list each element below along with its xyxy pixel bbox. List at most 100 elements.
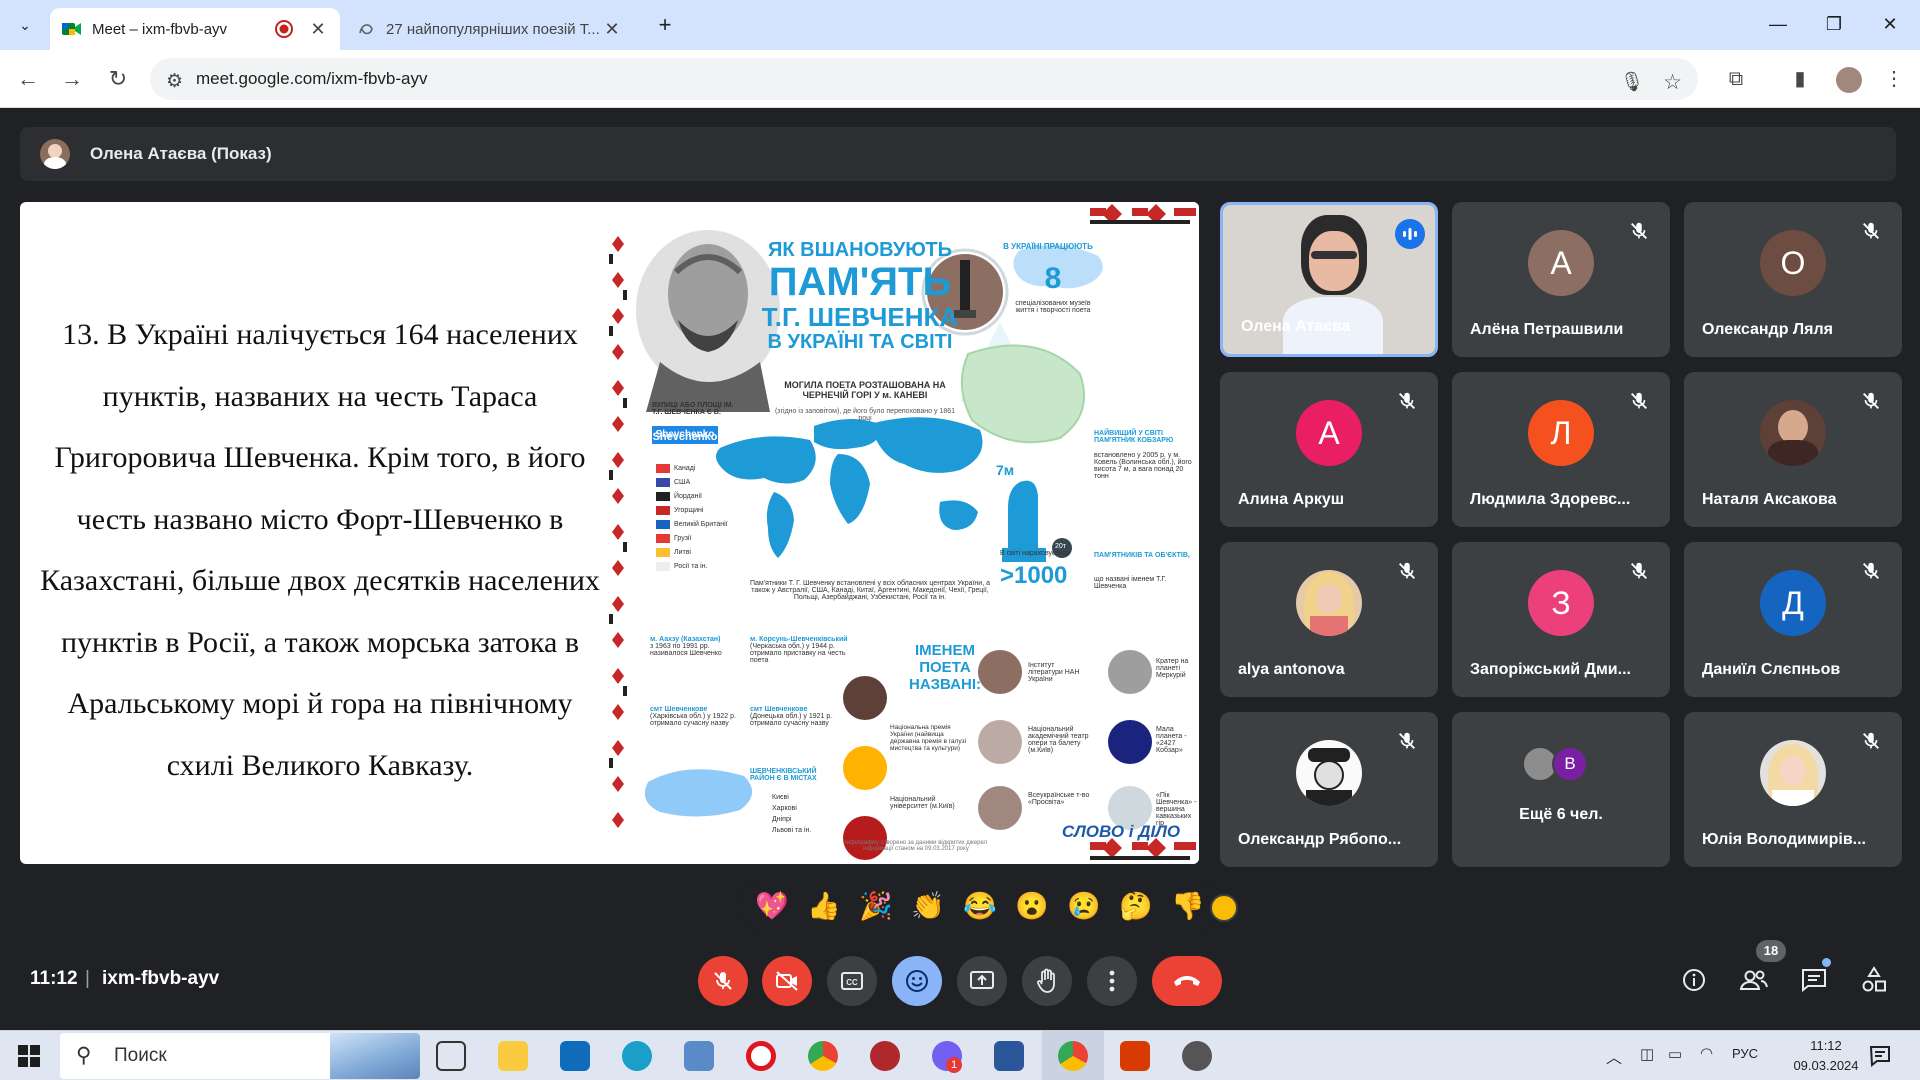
participant-tile[interactable]: Олена Атаєва	[1220, 202, 1438, 357]
named-object: Кратер на планеті Меркурій	[1156, 658, 1189, 679]
windows-start-icon[interactable]	[18, 1045, 40, 1067]
participant-tile[interactable]: Д Даниїл Слєпньов	[1684, 542, 1902, 697]
chat-icon	[1802, 969, 1826, 993]
browser-menu-icon[interactable]: ⋮	[1876, 61, 1912, 97]
more-options-button[interactable]	[1087, 956, 1137, 1006]
skin-tone-selector[interactable]	[1210, 894, 1238, 922]
address-bar[interactable]: ⚙ meet.google.com/ixm-fbvb-ayv 🎙 ☆	[150, 58, 1698, 100]
participant-tile[interactable]: Наталя Аксакова	[1684, 372, 1902, 527]
present-screen-icon	[970, 971, 994, 989]
muted-microphone-icon	[1399, 732, 1415, 749]
notifications-icon[interactable]	[1868, 1044, 1892, 1068]
desktop-app-icon[interactable]	[684, 1041, 714, 1071]
extensions-puzzle-icon[interactable]: ⧉	[1718, 61, 1754, 97]
captions-button[interactable]: CC	[827, 956, 877, 1006]
forward-arrow-icon[interactable]: →	[54, 61, 90, 97]
close-window-icon[interactable]: ✕	[1870, 8, 1910, 40]
reaction-laugh[interactable]: 😂	[958, 890, 1002, 922]
camera-toggle-button[interactable]	[762, 956, 812, 1006]
reaction-heart[interactable]: 💖	[750, 890, 794, 922]
country-item: Канаді	[674, 465, 696, 472]
reaction-surprised[interactable]: 😮	[1010, 890, 1054, 922]
chat-button[interactable]	[1796, 962, 1832, 998]
participant-tile[interactable]: Л Людмила Здоревс...	[1452, 372, 1670, 527]
participant-tile[interactable]: З Запоріжський Дми...	[1452, 542, 1670, 697]
close-tab-icon[interactable]: ✕	[308, 19, 328, 40]
reaction-thumbs-up[interactable]: 👍	[802, 890, 846, 922]
app-red-icon[interactable]	[870, 1041, 900, 1071]
restore-window-icon[interactable]: ❐	[1814, 8, 1854, 40]
minimize-window-icon[interactable]: —	[1758, 8, 1798, 40]
place-text: (Черкаська обл.) у 1944 р. отримало прис…	[750, 643, 846, 664]
site-settings-icon[interactable]: ⚙	[166, 70, 183, 93]
activities-shapes-icon	[1862, 966, 1886, 992]
microphone-toggle-button[interactable]	[698, 956, 748, 1006]
present-screen-button[interactable]	[957, 956, 1007, 1006]
place-shevchenkove-kharkiv: смт Шевченкове (Харківська обл.) у 1922 …	[650, 706, 742, 727]
place-text: з 1963 по 1991 рр. називалося Шевченко	[650, 643, 722, 657]
new-tab-plus-icon[interactable]: +	[650, 10, 680, 40]
back-arrow-icon[interactable]: ←	[10, 61, 46, 97]
opera-browser-icon[interactable]	[746, 1041, 776, 1071]
place-text: (Донецька обл.) у 1921 р. отримало сучас…	[750, 713, 833, 727]
url-text: meet.google.com/ixm-fbvb-ayv	[196, 69, 428, 88]
tab-meet[interactable]: Meet – ixm-fbvb-ayv ✕	[50, 8, 340, 50]
participant-avatar: Д	[1760, 570, 1826, 636]
media-player-icon[interactable]	[1182, 1041, 1212, 1071]
microsoft-store-icon[interactable]	[560, 1041, 590, 1071]
leave-call-button[interactable]	[1152, 956, 1222, 1006]
meeting-details-button[interactable]	[1676, 962, 1712, 998]
place-name: смт Шевченкове	[750, 706, 808, 713]
chrome-browser-icon[interactable]	[808, 1041, 838, 1071]
tray-chevron-up-icon[interactable]: ︿	[1606, 1044, 1622, 1068]
more-participants-label: Ещё 6 чел.	[1519, 806, 1603, 823]
chrome-browser-active-icon[interactable]	[1058, 1041, 1088, 1071]
side-panel-icon[interactable]: ▮	[1782, 61, 1818, 97]
edge-browser-icon[interactable]	[622, 1041, 652, 1071]
closed-captions-icon: CC	[841, 972, 863, 990]
reaction-party[interactable]: 🎉	[854, 890, 898, 922]
tray-language[interactable]: РУС	[1732, 1046, 1758, 1061]
activities-button[interactable]	[1856, 962, 1892, 998]
infographic-title-line-3: Т.Г. ШЕВЧЕНКА	[761, 302, 959, 332]
participant-tile[interactable]: О Олександр Ляля	[1684, 202, 1902, 357]
tab-poems[interactable]: 27 найпопулярніших поезій Т... ✕	[344, 8, 634, 50]
participant-tile[interactable]: Олександр Рябопо...	[1220, 712, 1438, 867]
tray-clock[interactable]: 11:12 09.03.2024	[1790, 1036, 1862, 1076]
taskbar-search-box[interactable]: ⚲ Поиск	[60, 1033, 420, 1079]
tray-network-icon[interactable]: ◫	[1640, 1045, 1654, 1063]
profile-avatar[interactable]	[1836, 67, 1862, 93]
regions-text: Пам'ятники Т. Г. Шевченку встановлені у …	[750, 580, 990, 601]
task-view-icon[interactable]	[436, 1041, 466, 1071]
reaction-clap[interactable]: 👏	[906, 890, 950, 922]
reaction-thumbs-down[interactable]: 👎	[1166, 890, 1210, 922]
embroidery-border	[608, 230, 628, 830]
tray-battery-icon[interactable]: ▭	[1668, 1045, 1682, 1063]
bookmark-star-icon[interactable]: ☆	[1663, 70, 1682, 95]
reaction-thinking[interactable]: 🤔	[1114, 890, 1158, 922]
place-text: (Харківська обл.) у 1922 р. отримало суч…	[650, 713, 736, 727]
slide-text: 13. В Україні налічується 164 населених …	[40, 318, 600, 782]
microphone-icon[interactable]: 🎙	[1620, 70, 1644, 94]
participant-tile[interactable]: alya antonova	[1220, 542, 1438, 697]
named-object: Національний університет (м.Київ)	[890, 796, 955, 810]
participant-name: Наталя Аксакова	[1702, 491, 1837, 508]
close-tab-icon[interactable]: ✕	[602, 19, 622, 40]
viber-notification-badge: 1	[946, 1057, 962, 1073]
raise-hand-button[interactable]	[1022, 956, 1072, 1006]
slovo-i-dilo-logo: СЛОВО і ДІЛО	[1061, 822, 1181, 841]
file-explorer-icon[interactable]	[498, 1041, 528, 1071]
participant-tile[interactable]: А Алёна Петрашвили	[1452, 202, 1670, 357]
powerpoint-icon[interactable]	[1120, 1041, 1150, 1071]
tab-search-chevron-icon[interactable]: ⌄	[10, 10, 40, 40]
more-participants-tile[interactable]: B Ещё 6 чел.	[1452, 712, 1670, 867]
reaction-sad[interactable]: 😢	[1062, 890, 1106, 922]
reload-icon[interactable]: ↻	[100, 61, 136, 97]
word-icon[interactable]	[994, 1041, 1024, 1071]
participant-tile[interactable]: А Алина Аркуш	[1220, 372, 1438, 527]
participant-tile[interactable]: Юлія Володимирів...	[1684, 712, 1902, 867]
people-button[interactable]	[1736, 962, 1772, 998]
participant-avatar: З	[1528, 570, 1594, 636]
emoji-reactions-button[interactable]	[892, 956, 942, 1006]
tray-wifi-icon[interactable]: ◠	[1700, 1044, 1713, 1062]
